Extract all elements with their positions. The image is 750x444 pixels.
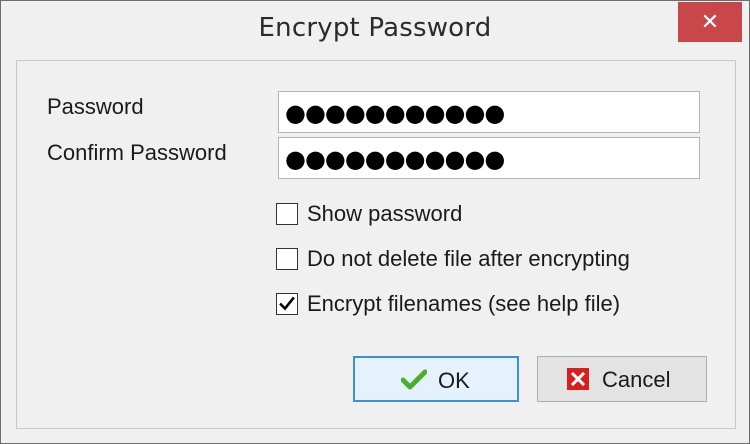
ok-label: OK xyxy=(438,368,470,393)
encrypt-password-dialog: Encrypt Password ✕ Password ●●●●●●●●●●● … xyxy=(0,0,750,444)
green-checkmark-icon xyxy=(401,369,427,390)
cancel-button[interactable]: Cancel xyxy=(537,356,707,402)
title-bar[interactable]: Encrypt Password ✕ xyxy=(1,1,749,59)
password-value: ●●●●●●●●●●● xyxy=(285,99,505,127)
confirm-password-field[interactable]: ●●●●●●●●●●● xyxy=(278,137,700,179)
password-field[interactable]: ●●●●●●●●●●● xyxy=(278,91,700,133)
close-icon: ✕ xyxy=(700,9,720,34)
confirm-password-label: Confirm Password xyxy=(47,140,227,165)
do-not-delete-label: Do not delete file after encrypting xyxy=(307,246,630,271)
checkmark-icon xyxy=(279,296,295,311)
window-title: Encrypt Password xyxy=(258,13,492,43)
ok-button[interactable]: OK xyxy=(353,356,519,402)
red-x-icon xyxy=(567,368,589,390)
show-password-label: Show password xyxy=(307,201,463,226)
encrypt-filenames-checkbox[interactable] xyxy=(276,293,298,315)
password-label: Password xyxy=(47,94,144,119)
confirm-password-value: ●●●●●●●●●●● xyxy=(285,145,505,173)
cancel-label: Cancel xyxy=(602,367,671,392)
show-password-checkbox[interactable] xyxy=(276,203,298,225)
encrypt-filenames-label: Encrypt filenames (see help file) xyxy=(307,291,621,316)
close-button[interactable]: ✕ xyxy=(678,2,742,42)
do-not-delete-checkbox[interactable] xyxy=(276,248,298,270)
dialog-body: Password ●●●●●●●●●●● Confirm Password ●●… xyxy=(16,60,736,429)
